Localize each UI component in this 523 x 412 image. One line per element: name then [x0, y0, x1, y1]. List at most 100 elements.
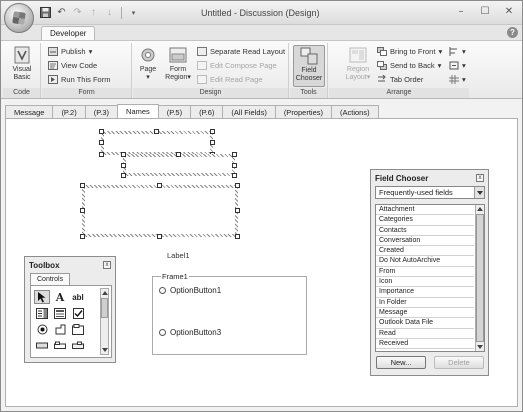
redo-icon[interactable]: ↷	[71, 6, 84, 19]
page-tab-actions[interactable]: (Actions)	[331, 105, 379, 119]
resize-handle[interactable]	[99, 140, 104, 145]
delete-field-button[interactable]: Delete	[434, 356, 484, 369]
option-button-3[interactable]: OptionButton3	[159, 328, 221, 337]
multipage-tool-icon[interactable]	[70, 338, 86, 352]
scroll-thumb[interactable]	[476, 214, 484, 342]
field-item[interactable]: Importance	[376, 287, 474, 298]
command-button-tool-icon[interactable]	[34, 338, 50, 352]
field-item[interactable]: From	[376, 267, 474, 278]
resize-handle[interactable]	[235, 234, 240, 239]
undo-icon[interactable]: ↶	[55, 6, 68, 19]
scroll-up-icon[interactable]	[477, 207, 483, 211]
combobox-tool-icon[interactable]	[34, 306, 50, 320]
page-tab-names[interactable]: Names	[117, 104, 159, 119]
listbox-tool-icon[interactable]	[52, 306, 68, 320]
resize-handle[interactable]	[210, 140, 215, 145]
field-item[interactable]: Icon	[376, 277, 474, 288]
separate-read-layout-button[interactable]: Separate Read Layout	[197, 46, 285, 57]
resize-handle[interactable]	[176, 152, 181, 157]
close-icon[interactable]: x	[103, 261, 111, 269]
field-item[interactable]: Outlook Data File	[376, 318, 474, 329]
resize-handle[interactable]	[210, 129, 215, 134]
checkbox-tool-icon[interactable]	[70, 306, 86, 320]
region-layout-button[interactable]: Region Layout▾	[343, 45, 373, 82]
resize-handle[interactable]	[232, 163, 237, 168]
resize-handle[interactable]	[235, 208, 240, 213]
textbox-tool-icon[interactable]: abl	[70, 290, 86, 304]
resize-handle[interactable]	[121, 163, 126, 168]
page-button[interactable]: Page ▾	[136, 45, 160, 82]
close-icon[interactable]: ✕	[502, 4, 516, 18]
resize-handle[interactable]	[80, 208, 85, 213]
toolbox-tab-controls[interactable]: Controls	[30, 273, 71, 285]
select-pointer-icon[interactable]	[34, 290, 50, 304]
page-tab-properties[interactable]: (Properties)	[274, 105, 332, 119]
selected-control-3[interactable]	[82, 185, 238, 237]
resize-handle[interactable]	[99, 129, 104, 134]
page-tab-p2[interactable]: (P.2)	[52, 105, 86, 119]
bring-to-front-button[interactable]: Bring to Front ▾	[377, 46, 442, 57]
resize-handle[interactable]	[121, 152, 126, 157]
help-icon[interactable]: ?	[507, 27, 518, 38]
page-tab-all-fields[interactable]: (All Fields)	[222, 105, 276, 119]
publish-button[interactable]: Publish ▾	[48, 46, 92, 57]
resize-handle[interactable]	[80, 234, 85, 239]
up-arrow-icon[interactable]: ↑	[87, 6, 100, 19]
field-item[interactable]: Received	[376, 339, 474, 350]
resize-handle[interactable]	[99, 152, 104, 157]
field-item[interactable]: Attachment	[376, 205, 474, 216]
label1-control[interactable]: Label1	[167, 251, 190, 260]
down-arrow-icon[interactable]: ↓	[103, 6, 116, 19]
resize-handle[interactable]	[154, 129, 159, 134]
resize-handle[interactable]	[232, 173, 237, 178]
toggle-button-tool-icon[interactable]	[52, 322, 68, 336]
page-tab-p6[interactable]: (P.6)	[190, 105, 224, 119]
view-code-button[interactable]: View Code	[48, 60, 97, 71]
run-this-form-button[interactable]: Run This Form	[48, 74, 110, 85]
page-tab-p3[interactable]: (P.3)	[84, 105, 119, 119]
close-icon[interactable]: x	[476, 174, 484, 182]
option-button-tool-icon[interactable]	[34, 322, 50, 336]
resize-handle[interactable]	[121, 173, 126, 178]
minimize-icon[interactable]: –	[454, 4, 468, 18]
resize-handle[interactable]	[235, 183, 240, 188]
selected-control-1[interactable]	[101, 131, 213, 155]
page-tab-message[interactable]: Message	[5, 105, 54, 119]
page-tab-p5[interactable]: (P.5)	[157, 105, 192, 119]
new-field-button[interactable]: New...	[376, 356, 426, 369]
field-chooser-button[interactable]: Field Chooser	[293, 45, 325, 87]
resize-handle[interactable]	[80, 183, 85, 188]
align-button[interactable]: ▾	[449, 46, 466, 57]
selected-control-2[interactable]	[123, 154, 235, 176]
resize-handle[interactable]	[232, 152, 237, 157]
field-list-scrollbar[interactable]	[475, 205, 484, 351]
save-icon[interactable]	[39, 6, 52, 19]
frame1-control[interactable]: Frame1 OptionButton1 OptionButton3	[152, 272, 307, 355]
field-item[interactable]: Read	[376, 329, 474, 339]
resize-handle[interactable]	[157, 234, 162, 239]
visual-basic-button[interactable]: Visual Basic	[5, 45, 39, 82]
customize-qat-icon[interactable]: ▾	[127, 6, 140, 19]
tabstrip-tool-icon[interactable]	[52, 338, 68, 352]
frame-tool-icon[interactable]	[70, 322, 86, 336]
field-set-dropdown[interactable]: Frequently-used fields	[375, 186, 485, 199]
label-tool-icon[interactable]: A	[52, 290, 68, 304]
edit-compose-page-button[interactable]: Edit Compose Page	[197, 60, 277, 71]
resize-handle[interactable]	[157, 183, 162, 188]
field-item[interactable]: Created	[376, 246, 474, 257]
toolbox-scrollbar[interactable]	[100, 288, 109, 355]
send-to-back-button[interactable]: Send to Back ▾	[377, 60, 441, 71]
field-item[interactable]: In Folder	[376, 298, 474, 308]
grid-button[interactable]: ▾	[449, 74, 466, 85]
field-item[interactable]: Do Not AutoArchive	[376, 256, 474, 267]
field-item[interactable]: Categories	[376, 215, 474, 226]
chevron-down-icon[interactable]	[474, 187, 484, 198]
option-button-1[interactable]: OptionButton1	[159, 286, 221, 295]
tab-developer[interactable]: Developer	[41, 26, 96, 40]
maximize-icon[interactable]: ☐	[478, 4, 492, 18]
form-region-button[interactable]: Form Region▾	[163, 45, 193, 82]
field-item[interactable]: Contacts	[376, 226, 474, 236]
scroll-down-icon[interactable]	[477, 345, 483, 349]
size-button[interactable]: ▾	[449, 60, 466, 71]
scroll-up-icon[interactable]	[102, 291, 108, 295]
